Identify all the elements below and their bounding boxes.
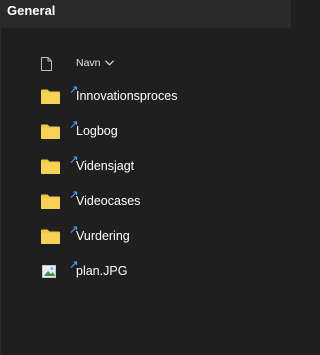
list-item[interactable]: Logbog [1,113,291,149]
document-icon [41,57,52,71]
list-item[interactable]: Videocases [1,183,291,219]
column-name-label: Navn [76,57,101,69]
list-item-label: Vurdering [76,229,130,243]
file-browser-panel: General Navn Innovationsproces Logbog Vi… [0,0,291,355]
list-item-label: Innovationsproces [76,89,178,103]
folder-icon [41,159,60,174]
list-item-label: Logbog [76,124,118,138]
list-item[interactable]: Vidensjagt [1,148,291,184]
folder-icon [41,124,60,139]
list-item-label: Vidensjagt [76,159,135,173]
folder-icon [41,229,60,244]
list-item-label: Videocases [76,194,141,208]
list-item[interactable]: Innovationsproces [1,78,291,114]
list-item[interactable]: Vurdering [1,218,291,254]
list-header: Navn [1,52,291,76]
page-title: General [7,2,56,18]
folder-icon [41,194,60,209]
folder-icon [41,89,60,104]
title-bar: General [1,0,291,28]
list-item[interactable]: plan.JPG [1,253,291,289]
chevron-down-icon [104,60,114,66]
list-item-label: plan.JPG [76,264,128,278]
image-file-icon [42,264,56,278]
sort-by-name-button[interactable]: Navn [76,57,114,69]
